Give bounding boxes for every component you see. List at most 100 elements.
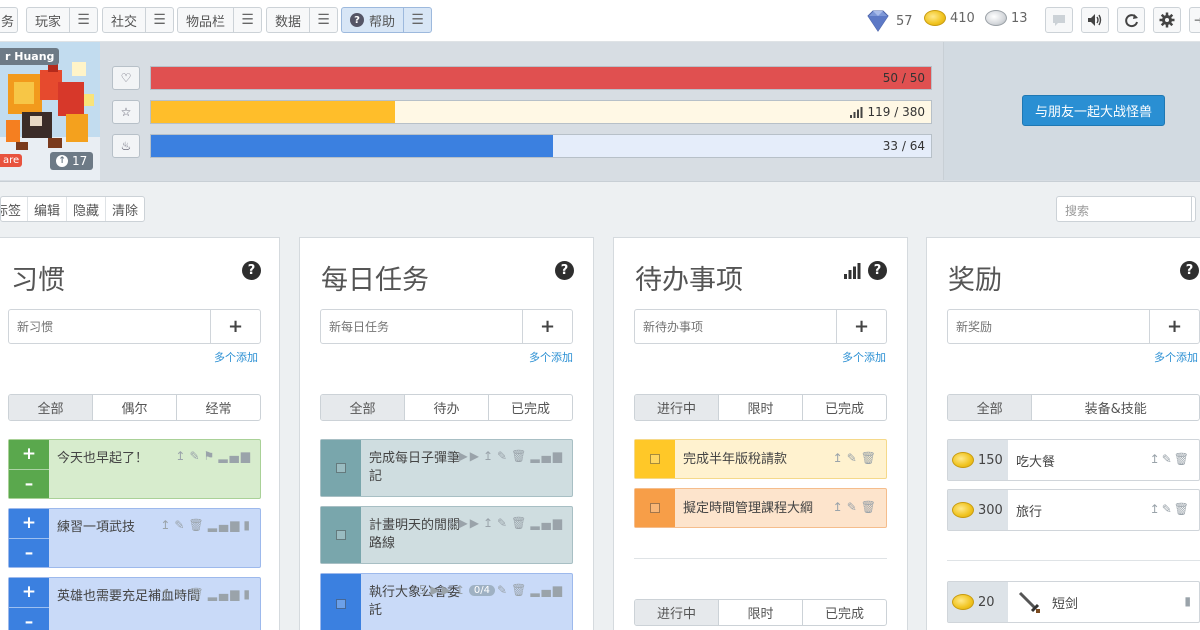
help-icon[interactable]: ? xyxy=(555,261,574,280)
edit-icon[interactable]: ✎ xyxy=(497,516,509,530)
push-to-top-icon[interactable]: ↥ xyxy=(1150,502,1162,516)
edit-tags-button[interactable]: 编辑 xyxy=(28,197,68,221)
add-multiple-todos-link[interactable]: 多个添加 xyxy=(842,349,886,365)
push-to-top-icon[interactable]: ↥ xyxy=(483,449,495,463)
add-daily-button[interactable]: + xyxy=(522,310,572,343)
help-icon[interactable]: ? xyxy=(242,261,261,280)
tags-button[interactable]: 标签 xyxy=(1,197,29,221)
nav-user-menu-icon[interactable]: ☰ xyxy=(69,8,97,32)
todo-filter-completed-bottom[interactable]: 已完成 xyxy=(803,600,886,625)
habit-minus-button[interactable]: – xyxy=(9,537,49,567)
stats-icon[interactable]: ▂▄▆ xyxy=(530,583,564,597)
hide-tags-button[interactable]: 隐藏 xyxy=(67,197,107,221)
gear-cost[interactable]: 20 xyxy=(948,582,1008,622)
search-input[interactable]: 搜索 xyxy=(1056,196,1196,222)
reward-cost[interactable]: 150 xyxy=(948,440,1008,480)
push-to-top-icon[interactable]: ↥ xyxy=(483,516,495,530)
habit-minus-button[interactable]: – xyxy=(9,606,49,630)
trash-icon[interactable]: 🗑 xyxy=(1174,452,1191,466)
todo-filter-active-bottom[interactable]: 进行中 xyxy=(635,600,719,625)
push-to-top-icon[interactable]: ↥ xyxy=(160,587,172,601)
checklist-badge[interactable]: 0/4 xyxy=(468,584,496,596)
push-to-top-icon[interactable]: ↥ xyxy=(833,500,845,514)
nav-user[interactable]: 玩家 ☰ xyxy=(26,7,99,33)
daily-checkbox[interactable] xyxy=(321,574,361,630)
habit-filter-all[interactable]: 全部 xyxy=(9,395,93,420)
settings-button[interactable] xyxy=(1153,7,1181,33)
gear-item[interactable]: 20 短剑 ▮ xyxy=(947,581,1200,623)
new-reward-input[interactable] xyxy=(948,310,1149,343)
add-todo-button[interactable]: + xyxy=(836,310,886,343)
reward-cost[interactable]: 300 xyxy=(948,490,1008,530)
add-multiple-rewards-link[interactable]: 多个添加 xyxy=(1154,349,1198,365)
edit-icon[interactable]: ✎ xyxy=(847,500,859,514)
daily-filter-completed[interactable]: 已完成 xyxy=(489,395,572,420)
edit-icon[interactable]: ✎ xyxy=(497,583,509,597)
avatar[interactable]: r Huang are ↑ 17 xyxy=(0,42,100,180)
stats-icon[interactable]: ▂▄▆ xyxy=(530,449,564,463)
daily-item[interactable]: 執行大象公會委託 5 ▶▶ ↥ 0/4 ✎ 🗑 ▂▄▆ xyxy=(320,573,573,630)
trash-icon[interactable]: 🗑 xyxy=(188,587,205,601)
push-to-top-icon[interactable]: ↥ xyxy=(833,451,845,465)
edit-icon[interactable]: ✎ xyxy=(847,451,859,465)
reward-item[interactable]: 150 吃大餐 ↥✎🗑 xyxy=(947,439,1200,481)
nav-data-menu-icon[interactable]: ☰ xyxy=(309,8,337,32)
new-todo-input[interactable] xyxy=(635,310,836,343)
nav-inventory-menu-icon[interactable]: ☰ xyxy=(233,8,261,32)
todo-filter-dated[interactable]: 限时 xyxy=(719,395,803,420)
todo-item[interactable]: 擬定時間管理課程大綱 ↥ ✎ 🗑 xyxy=(634,488,887,528)
nav-data[interactable]: 数据 ☰ xyxy=(266,7,339,33)
nav-social-menu-icon[interactable]: ☰ xyxy=(145,8,173,32)
add-reward-button[interactable]: + xyxy=(1149,310,1199,343)
trash-icon[interactable]: 🗑 xyxy=(511,583,528,597)
add-habit-button[interactable]: + xyxy=(210,310,260,343)
stats-icon[interactable]: ▂▄▆ xyxy=(208,587,242,601)
edit-icon[interactable]: ✎ xyxy=(497,449,509,463)
sound-button[interactable] xyxy=(1081,7,1109,33)
daily-item[interactable]: 計畫明天的閒關路線 1 ▶▶ ↥ ✎ 🗑 ▂▄▆ xyxy=(320,506,573,564)
push-to-top-icon[interactable]: ↥ xyxy=(160,518,172,532)
nav-help-menu-icon[interactable]: ☰ xyxy=(403,8,431,32)
todo-item[interactable]: 完成半年版稅請款 ↥ ✎ 🗑 xyxy=(634,439,887,479)
new-habit-input[interactable] xyxy=(9,310,210,343)
help-icon[interactable]: ? xyxy=(1180,261,1199,280)
edit-icon[interactable]: ✎ xyxy=(1162,452,1174,466)
add-multiple-habits-link[interactable]: 多个添加 xyxy=(214,349,258,365)
daily-checkbox[interactable] xyxy=(321,440,361,496)
push-to-top-icon[interactable]: ↥ xyxy=(455,583,467,597)
reward-filter-gear[interactable]: 装备&技能 xyxy=(1032,395,1199,420)
todo-checkbox[interactable] xyxy=(635,440,675,478)
sync-button[interactable] xyxy=(1117,7,1145,33)
reward-filter-all[interactable]: 全部 xyxy=(948,395,1033,420)
edit-icon[interactable]: ✎ xyxy=(174,518,186,532)
messages-button[interactable] xyxy=(1045,7,1073,33)
habit-plus-button[interactable]: + xyxy=(9,578,49,607)
party-button[interactable]: 与朋友一起大战怪兽 xyxy=(1022,95,1165,126)
daily-filter-all[interactable]: 全部 xyxy=(321,395,405,420)
signal-bars-icon[interactable] xyxy=(844,263,861,279)
trash-icon[interactable]: 🗑 xyxy=(861,451,878,465)
logout-button[interactable]: ⇥ xyxy=(1189,7,1200,33)
habit-plus-button[interactable]: + xyxy=(9,509,49,538)
habit-filter-strong[interactable]: 经常 xyxy=(177,395,260,420)
edit-icon[interactable]: ✎ xyxy=(174,587,186,601)
nav-inventory[interactable]: 物品栏 ☰ xyxy=(177,7,263,33)
daily-checkbox[interactable] xyxy=(321,507,361,563)
edit-icon[interactable]: ✎ xyxy=(189,449,201,463)
nav-social[interactable]: 社交 ☰ xyxy=(102,7,175,33)
stats-icon[interactable]: ▂▄▆ xyxy=(208,518,242,532)
trash-icon[interactable]: 🗑 xyxy=(511,449,528,463)
edit-icon[interactable]: ✎ xyxy=(1162,502,1174,516)
todo-filter-completed[interactable]: 已完成 xyxy=(803,395,886,420)
todo-filter-active[interactable]: 进行中 xyxy=(635,395,719,420)
push-to-top-icon[interactable]: ↥ xyxy=(1150,452,1162,466)
habit-item[interactable]: + – 練習一項武技 ↥ ✎ 🗑 ▂▄▆ ▮ xyxy=(8,508,261,568)
stats-icon[interactable]: ▂▄▆ xyxy=(218,449,252,463)
stats-icon[interactable]: ▂▄▆ xyxy=(530,516,564,530)
habit-plus-button[interactable]: + xyxy=(9,440,49,469)
daily-item[interactable]: 完成每日子彈筆記 5 ▶▶ ↥ ✎ 🗑 ▂▄▆ xyxy=(320,439,573,497)
help-icon[interactable]: ? xyxy=(868,261,887,280)
clear-tags-button[interactable]: 清除 xyxy=(106,197,144,221)
nav-tasks[interactable]: 务 xyxy=(0,7,18,33)
habit-minus-button[interactable]: – xyxy=(9,468,49,498)
